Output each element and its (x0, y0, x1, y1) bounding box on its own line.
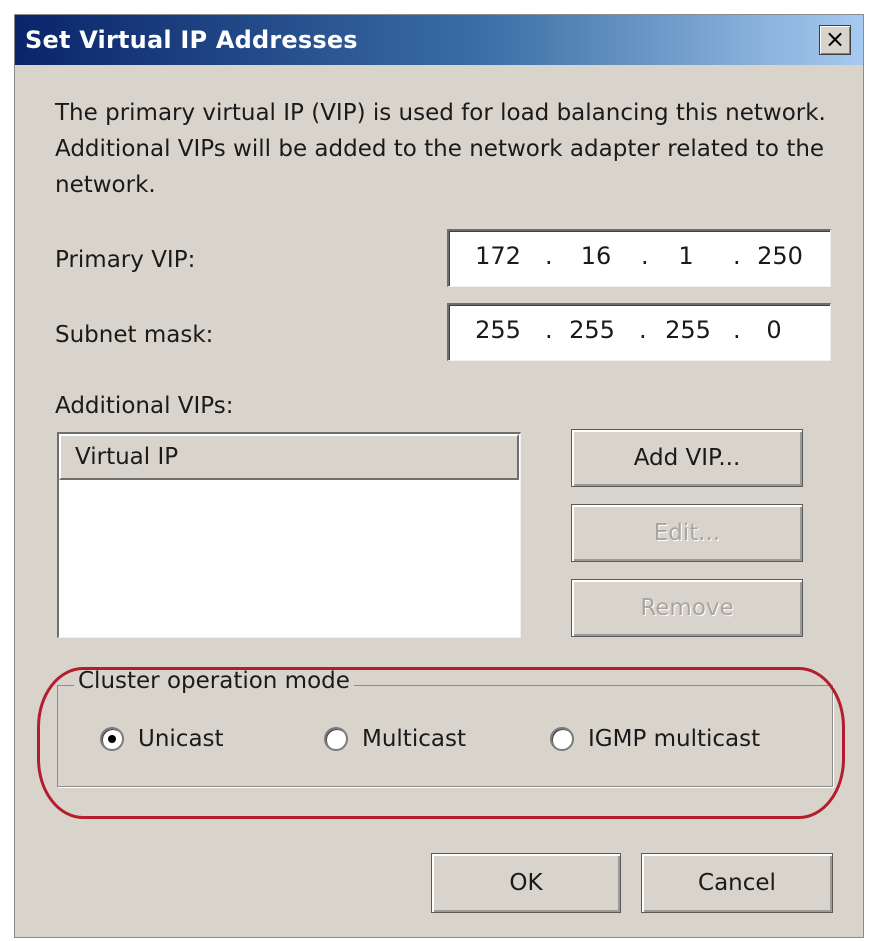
set-virtual-ip-dialog: Set Virtual IP Addresses × The primary v… (14, 14, 864, 938)
ok-button[interactable]: OK (431, 853, 621, 913)
subnet-mask-octet-4: 0 (766, 316, 782, 344)
subnet-mask-octet-2: 255 (569, 316, 615, 344)
additional-vips-list[interactable]: Virtual IP (57, 432, 521, 638)
subnet-mask-octet-1: 255 (475, 316, 521, 344)
primary-vip-label: Primary VIP: (55, 247, 196, 273)
primary-vip-octet-2: 16 (580, 242, 612, 270)
subnet-mask-label: Subnet mask: (55, 322, 214, 348)
primary-vip-octet-3: 1 (678, 242, 694, 270)
column-header-virtual-ip[interactable]: Virtual IP (59, 434, 519, 480)
highlight-ring (37, 667, 845, 819)
dialog-title: Set Virtual IP Addresses (25, 26, 358, 54)
ip-separator: . (639, 316, 647, 344)
add-vip-button[interactable]: Add VIP... (571, 429, 803, 487)
ip-separator: . (641, 242, 649, 270)
cancel-button[interactable]: Cancel (641, 853, 833, 913)
primary-vip-octet-4: 250 (757, 242, 803, 270)
edit-button[interactable]: Edit... (571, 504, 803, 562)
ip-separator: . (545, 316, 553, 344)
title-bar[interactable]: Set Virtual IP Addresses × (15, 15, 863, 65)
primary-vip-octet-1: 172 (475, 242, 521, 270)
ip-separator: . (545, 242, 553, 270)
additional-vips-label: Additional VIPs: (55, 393, 234, 419)
remove-button[interactable]: Remove (571, 579, 803, 637)
close-icon: × (824, 25, 846, 53)
subnet-mask-input[interactable]: 255 . 255 . 255 . 0 (447, 303, 831, 361)
close-button[interactable]: × (819, 25, 851, 55)
subnet-mask-octet-3: 255 (665, 316, 711, 344)
primary-vip-input[interactable]: 172 . 16 . 1 . 250 (447, 229, 831, 287)
ip-separator: . (733, 242, 741, 270)
dialog-description: The primary virtual IP (VIP) is used for… (55, 100, 826, 198)
